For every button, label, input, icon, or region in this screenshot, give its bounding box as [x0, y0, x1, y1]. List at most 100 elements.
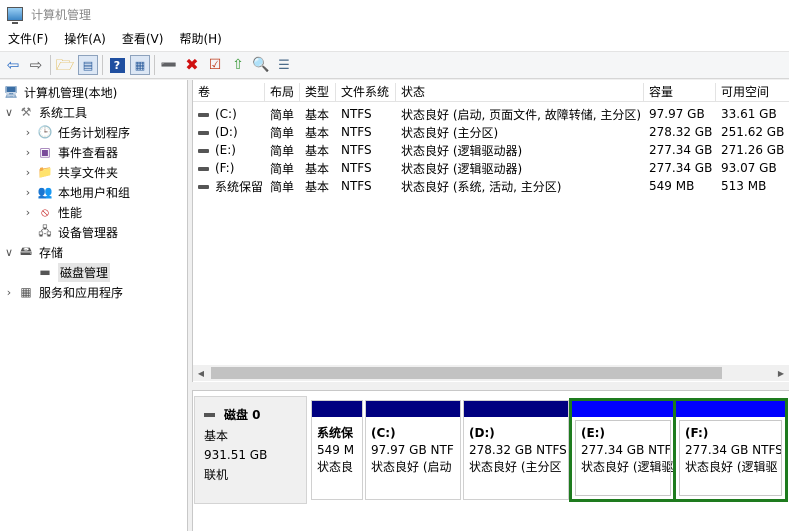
- column-header-filesystem[interactable]: 文件系统: [336, 83, 396, 102]
- tree-item-label: 系统工具: [39, 105, 88, 120]
- partition-d[interactable]: (D:) 278.32 GB NTFS 状态良好 (主分区: [463, 400, 569, 500]
- menu-help[interactable]: 帮助(H): [171, 28, 229, 51]
- toolbar-separator: [154, 55, 155, 75]
- chevron-right-icon[interactable]: ›: [22, 186, 34, 199]
- delete-icon[interactable]: ✖: [182, 55, 202, 75]
- back-arrow-icon[interactable]: ⇦: [3, 55, 23, 75]
- chevron-right-icon[interactable]: ›: [3, 286, 15, 299]
- volume-filesystem: NTFS: [341, 179, 372, 193]
- horizontal-scrollbar[interactable]: ◀ ▶: [192, 365, 789, 381]
- tree-item-local-users[interactable]: › 👥 本地用户和组: [22, 182, 130, 202]
- partition-bar: [312, 401, 362, 417]
- navigation-tree: 🖥 计算机管理(本地) ∨ ⚒ 系统工具 › 🕒 任务计划程序 › ▣ 事件查看…: [0, 80, 188, 531]
- partition-status: 状态良好 (主分区: [469, 460, 562, 474]
- tree-item-system-tools[interactable]: ∨ ⚒ 系统工具: [3, 102, 87, 122]
- tree-item-device-manager[interactable]: 🖧 设备管理器: [37, 222, 118, 242]
- volume-icon: [198, 130, 209, 135]
- column-header-type[interactable]: 类型: [300, 83, 336, 102]
- search-folder-icon[interactable]: 🔍: [251, 55, 271, 75]
- show-hide-tree-icon[interactable]: ▤: [78, 55, 98, 75]
- tree-item-label: 设备管理器: [58, 225, 119, 240]
- scroll-left-icon[interactable]: ◀: [193, 365, 209, 381]
- chevron-right-icon[interactable]: ›: [22, 146, 34, 159]
- table-row[interactable]: 系统保留 简单 基本 NTFS 状态良好 (系统, 活动, 主分区) 549 M…: [193, 177, 789, 195]
- menu-view[interactable]: 查看(V): [114, 28, 172, 51]
- tree-item-storage[interactable]: ∨ 🖴 存储: [3, 242, 63, 262]
- up-folder-icon[interactable]: 🗁: [55, 55, 75, 75]
- connect-drive-icon[interactable]: ➖: [159, 55, 179, 75]
- partition-f[interactable]: (F:) 277.34 GB NTFS 状态良好 (逻辑驱: [673, 398, 788, 502]
- scrollbar-thumb[interactable]: [211, 367, 722, 379]
- properties-list-icon[interactable]: ☰: [274, 55, 294, 75]
- partition-system-reserved[interactable]: 系统保 549 M 状态良: [311, 400, 363, 500]
- chevron-right-icon[interactable]: ›: [22, 166, 34, 179]
- check-properties-icon[interactable]: ☑: [205, 55, 225, 75]
- computer-icon: 🖥: [3, 85, 19, 99]
- disk-info-panel[interactable]: 磁盘 0 基本 931.51 GB 联机: [194, 396, 307, 504]
- volume-capacity: 277.34 GB: [649, 143, 713, 157]
- volume-list: 卷 布局 类型 文件系统 状态 容量 可用空间 (C:) 简单 基本 NTFS …: [192, 80, 789, 382]
- tree-item-label: 性能: [58, 205, 83, 220]
- partition-name: (F:): [685, 426, 709, 440]
- column-header-layout[interactable]: 布局: [265, 83, 300, 102]
- column-header-volume[interactable]: 卷: [193, 83, 265, 102]
- menu-file[interactable]: 文件(F): [0, 28, 56, 51]
- tree-item-performance[interactable]: › ⦸ 性能: [22, 202, 82, 222]
- tree-item-task-scheduler[interactable]: › 🕒 任务计划程序: [22, 122, 130, 142]
- table-row[interactable]: (D:) 简单 基本 NTFS 状态良好 (主分区) 278.32 GB 251…: [193, 123, 789, 141]
- no-entry-icon: ⦸: [41, 204, 49, 219]
- toolbar: ⇦ ⇨ 🗁 ▤ ? ▦ ➖ ✖ ☑ ⇧ 🔍 ☰: [0, 51, 789, 79]
- table-row[interactable]: (E:) 简单 基本 NTFS 状态良好 (逻辑驱动器) 277.34 GB 2…: [193, 141, 789, 159]
- volume-layout: 简单: [270, 179, 295, 194]
- computer-management-icon: [7, 7, 23, 24]
- chevron-down-icon[interactable]: ∨: [3, 246, 15, 259]
- volume-capacity: 549 MB: [649, 179, 695, 193]
- volume-name: (C:): [215, 107, 237, 121]
- chevron-down-icon[interactable]: ∨: [3, 106, 15, 119]
- clock-icon: 🕒: [37, 125, 53, 139]
- pane-splitter-horizontal[interactable]: [192, 382, 789, 391]
- volume-free-space: 251.62 GB: [721, 125, 785, 139]
- partition-e[interactable]: (E:) 277.34 GB NTF 状态良好 (逻辑驱: [569, 398, 677, 502]
- device-manager-icon: 🖧: [38, 223, 52, 238]
- volume-list-body: (C:) 简单 基本 NTFS 状态良好 (启动, 页面文件, 故障转储, 主分…: [193, 105, 789, 195]
- partition-bar: [676, 401, 785, 417]
- chevron-right-icon[interactable]: ›: [22, 126, 34, 139]
- disk-state: 联机: [204, 468, 229, 482]
- tree-item-disk-management[interactable]: ▬ 磁盘管理: [37, 262, 111, 282]
- show-hide-action-pane-icon[interactable]: ▦: [130, 55, 150, 75]
- table-row[interactable]: (C:) 简单 基本 NTFS 状态良好 (启动, 页面文件, 故障转储, 主分…: [193, 105, 789, 123]
- partition-name: (C:): [371, 426, 396, 440]
- help-icon[interactable]: ?: [107, 55, 127, 75]
- disk-icon: [204, 412, 215, 417]
- volume-icon: [198, 185, 209, 189]
- column-header-free-space[interactable]: 可用空间: [716, 83, 789, 102]
- tools-icon: ⚒: [20, 105, 32, 119]
- menu-action[interactable]: 操作(A): [56, 28, 114, 51]
- column-header-capacity[interactable]: 容量: [644, 83, 716, 102]
- volume-filesystem: NTFS: [341, 125, 372, 139]
- partition-c[interactable]: (C:) 97.97 GB NTF 状态良好 (启动: [365, 400, 461, 500]
- tree-item-event-viewer[interactable]: › ▣ 事件查看器: [22, 142, 118, 162]
- scroll-right-icon[interactable]: ▶: [773, 365, 789, 381]
- volume-capacity: 278.32 GB: [649, 125, 713, 139]
- column-header-status[interactable]: 状态: [396, 83, 644, 102]
- volume-status: 状态良好 (逻辑驱动器): [401, 161, 523, 176]
- tree-item-label: 磁盘管理: [58, 262, 111, 282]
- arrow-up-icon[interactable]: ⇧: [228, 55, 248, 75]
- volume-type: 基本: [305, 143, 330, 158]
- partition-status: 状态良好 (启动: [371, 460, 452, 474]
- tree-item-label: 任务计划程序: [58, 125, 131, 140]
- tree-item-root[interactable]: 🖥 计算机管理(本地): [3, 82, 117, 102]
- tree-item-services-apps[interactable]: › ▦ 服务和应用程序: [3, 282, 123, 302]
- volume-free-space: 271.26 GB: [721, 143, 785, 157]
- shared-folder-icon: 📁: [37, 165, 53, 179]
- table-row[interactable]: (F:) 简单 基本 NTFS 状态良好 (逻辑驱动器) 277.34 GB 9…: [193, 159, 789, 177]
- partition-bar: [366, 401, 460, 417]
- chevron-right-icon[interactable]: ›: [22, 206, 34, 219]
- volume-free-space: 513 MB: [721, 179, 767, 193]
- volume-list-header: 卷 布局 类型 文件系统 状态 容量 可用空间: [193, 83, 789, 102]
- tree-item-shared-folders[interactable]: › 📁 共享文件夹: [22, 162, 118, 182]
- forward-arrow-icon[interactable]: ⇨: [26, 55, 46, 75]
- partition-bar: [572, 401, 674, 417]
